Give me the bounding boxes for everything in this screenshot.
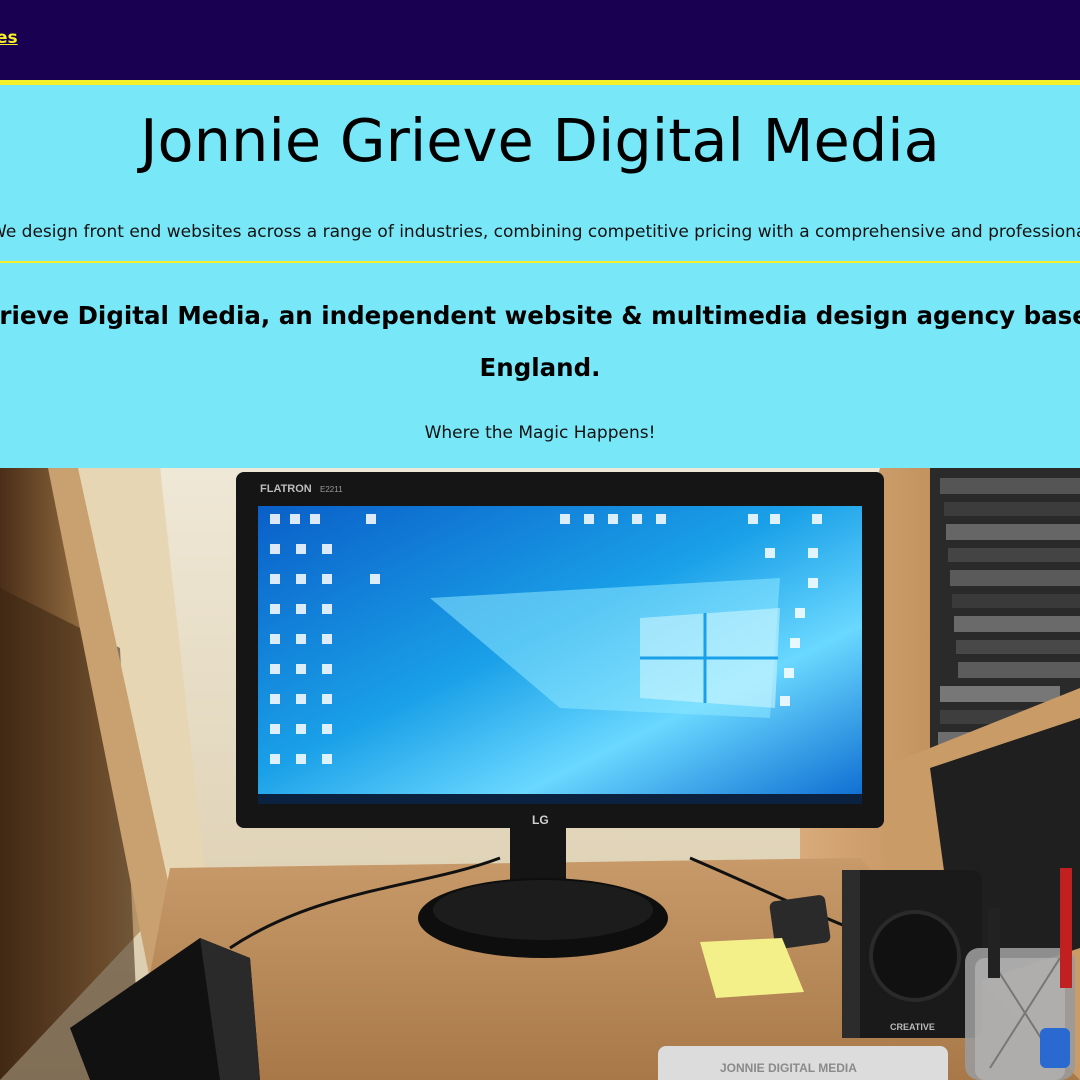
workspace-photo: FLATRON E2211 LG CREATIVE JONNIE DIGITAL…	[0, 468, 1080, 1080]
section-divider	[0, 261, 1080, 263]
top-nav-bar: es	[0, 0, 1080, 85]
monitor-brand-label: FLATRON	[260, 483, 312, 495]
speaker-brand-label: CREATIVE	[890, 1022, 935, 1032]
intro-line-2: England.	[479, 353, 601, 382]
intro-heading: Jonnie Grieve Digital Media, an independ…	[0, 290, 1080, 394]
workspace-photo-illustration: FLATRON E2211 LG CREATIVE JONNIE DIGITAL…	[0, 468, 1080, 1080]
intro-line-1: Jonnie Grieve Digital Media, an independ…	[0, 301, 1080, 330]
slogan: Where the Magic Happens!	[424, 423, 656, 443]
tagline: We design front end websites across a ra…	[0, 222, 1080, 242]
hero-section: Jonnie Grieve Digital Media We design fr…	[0, 90, 1080, 468]
mousepad-label: JONNIE DIGITAL MEDIA	[720, 1061, 857, 1075]
right-speaker: CREATIVE	[842, 870, 982, 1038]
page: es Jonnie Grieve Digital Media We design…	[0, 0, 1080, 1080]
nav-link[interactable]: es	[0, 28, 18, 48]
monitor-model-label: E2211	[320, 485, 343, 494]
monitor-maker-label: LG	[532, 813, 549, 827]
site-title: Jonnie Grieve Digital Media	[140, 106, 940, 175]
